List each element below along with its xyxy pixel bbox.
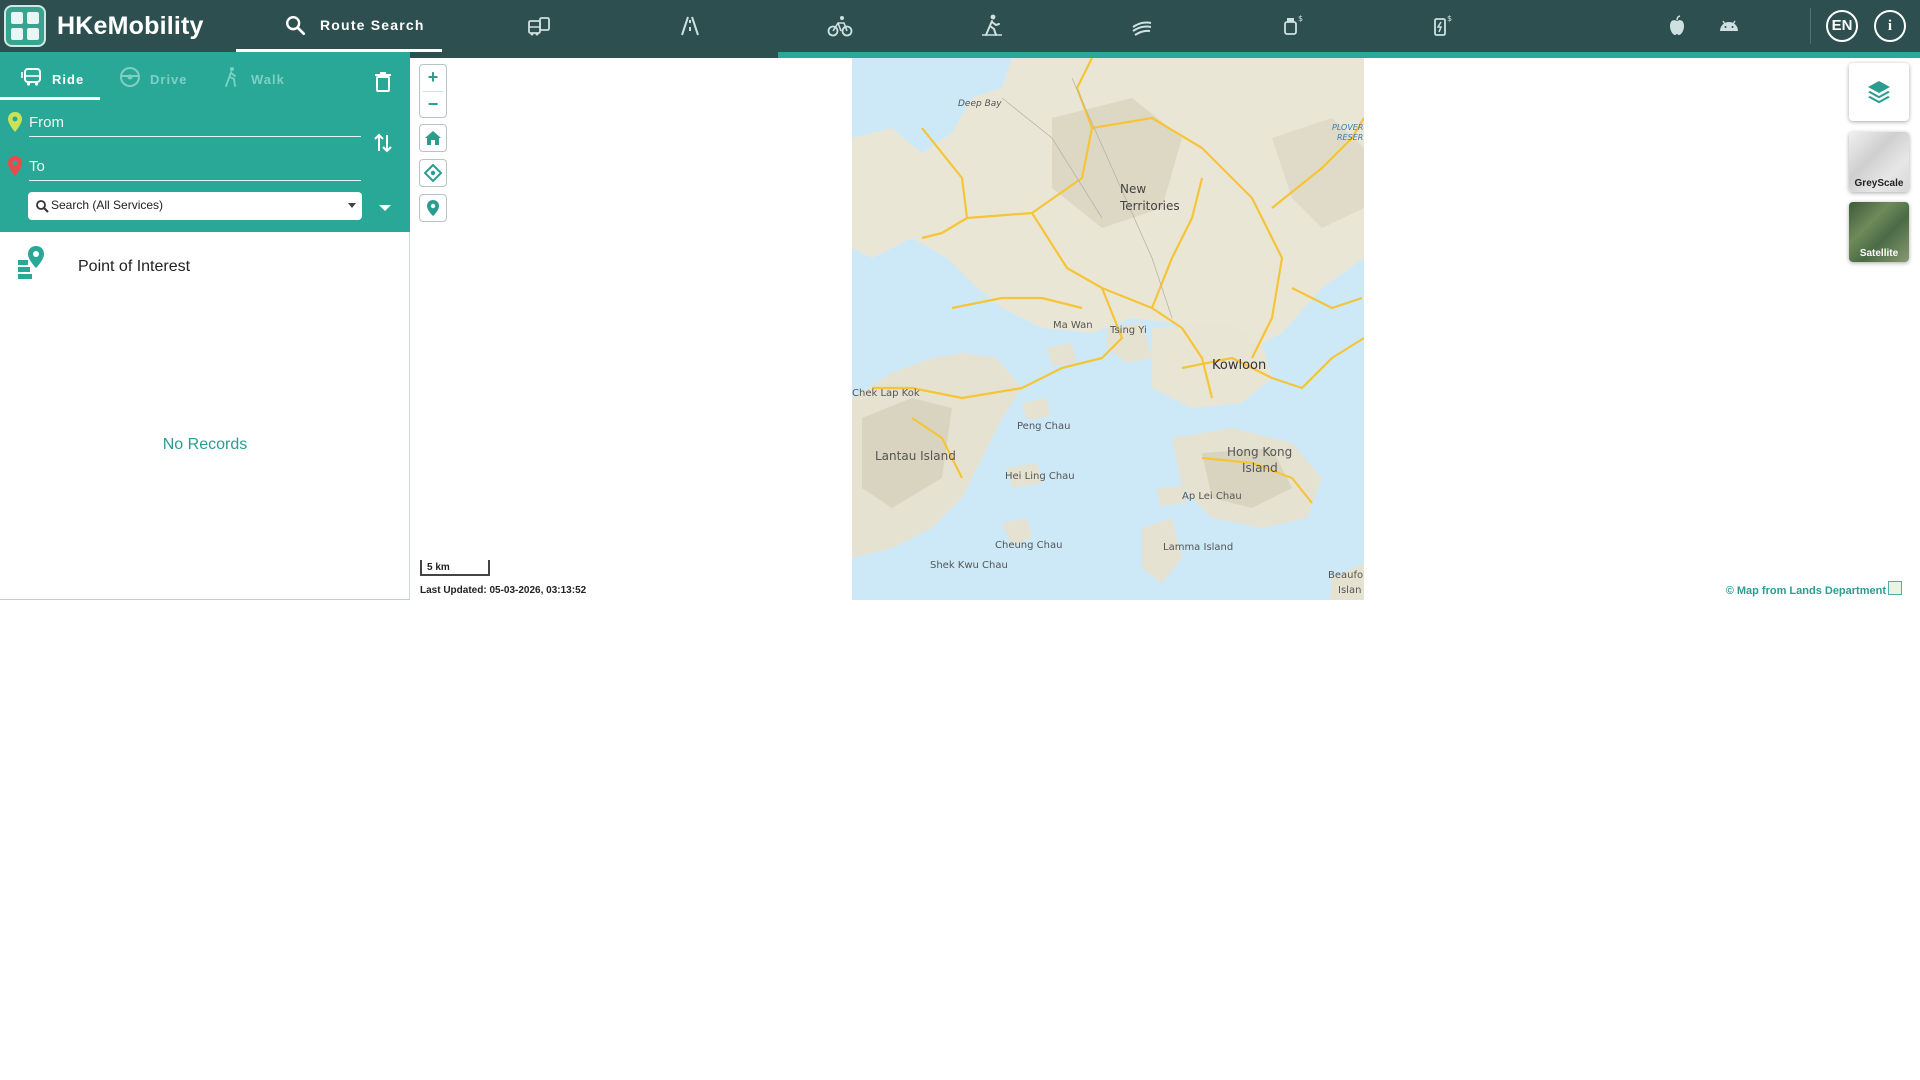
poi-icon — [18, 246, 44, 279]
svg-text:New: New — [1120, 182, 1146, 196]
zoom-control: + − — [419, 64, 447, 118]
tab-route-search[interactable]: Route Search — [236, 0, 442, 52]
route-search-panel: Ride Drive Walk From To Search (All Serv… — [0, 52, 410, 600]
svg-text:Beaufort: Beaufort — [1328, 570, 1364, 581]
travel-mode-tabs: Ride Drive Walk — [0, 58, 410, 100]
tab-ride[interactable]: Ride — [0, 58, 100, 100]
tab-drive-label: Drive — [150, 72, 188, 87]
tab-drive[interactable]: Drive — [118, 58, 198, 98]
poi-label: Point of Interest — [78, 258, 191, 275]
tab-walk-label: Walk — [251, 72, 285, 87]
layers-button[interactable] — [1849, 63, 1909, 121]
svg-text:Ap Lei Chau: Ap Lei Chau — [1182, 491, 1242, 502]
scale-bar: 5 km — [420, 560, 490, 576]
zoom-out-button[interactable]: − — [420, 92, 446, 118]
home-icon — [425, 131, 441, 145]
app-title: HKeMobility — [57, 12, 204, 40]
layers-icon — [1868, 81, 1890, 104]
chevron-down-icon — [348, 203, 356, 208]
svg-text:PLOVER: PLOVER — [1332, 123, 1363, 132]
ferry-icon[interactable] — [1129, 13, 1155, 39]
basemap-greyscale-button[interactable]: GreyScale — [1849, 132, 1909, 192]
scale-label: 5 km — [427, 562, 450, 573]
svg-text:Territories: Territories — [1119, 199, 1180, 213]
service-filter-value: Search (All Services) — [51, 198, 164, 212]
origin-pin-icon — [8, 112, 22, 132]
svg-text:$: $ — [1298, 14, 1303, 23]
from-field[interactable]: From — [29, 107, 361, 137]
svg-text:Shek Kwu Chau: Shek Kwu Chau — [930, 560, 1008, 571]
map-label-deep-bay: Deep Bay — [958, 99, 1002, 109]
basemap-greyscale-label: GreyScale — [1854, 178, 1904, 189]
tab-route-search-label: Route Search — [320, 17, 425, 33]
service-filter-select[interactable]: Search (All Services) — [28, 192, 362, 220]
android-app-icon[interactable] — [1716, 13, 1742, 39]
language-button[interactable]: EN — [1826, 10, 1858, 42]
search-icon — [36, 200, 49, 213]
walking-icon[interactable] — [979, 13, 1005, 39]
zoom-in-button[interactable]: + — [420, 65, 446, 91]
to-field[interactable]: To — [29, 151, 361, 181]
route-search-form: Ride Drive Walk From To Search (All Serv… — [0, 52, 410, 232]
svg-text:Peng Chau: Peng Chau — [1017, 421, 1070, 432]
empty-state-text: No Records — [162, 436, 248, 453]
poi-section-header[interactable]: Point of Interest — [0, 246, 410, 296]
drop-pin-button[interactable] — [419, 194, 447, 222]
parking-icon[interactable]: $ — [1280, 13, 1306, 39]
tab-ride-label: Ride — [52, 72, 85, 87]
map-canvas: Deep Bay New Territories Ma Wan Tsing Yi… — [852, 58, 1364, 600]
svg-text:Island: Island — [1242, 461, 1278, 475]
svg-text:$: $ — [1447, 14, 1452, 23]
map-attribution-link[interactable]: © Map from Lands Department — [1726, 585, 1886, 597]
public-transport-icon[interactable] — [526, 13, 552, 39]
swap-direction-icon[interactable] — [372, 131, 394, 155]
svg-text:Tsing Yi: Tsing Yi — [1109, 325, 1147, 336]
steering-wheel-icon — [120, 67, 140, 87]
from-placeholder: From — [29, 114, 64, 131]
basemap-satellite-button[interactable]: Satellite — [1849, 202, 1909, 262]
map-pin-icon — [427, 200, 439, 216]
info-button[interactable]: i — [1874, 10, 1906, 42]
search-icon — [286, 16, 306, 36]
home-view-button[interactable] — [419, 124, 447, 152]
topbar-divider — [1810, 8, 1811, 44]
ev-charging-icon[interactable]: $ — [1430, 13, 1456, 39]
svg-text:Cheung Chau: Cheung Chau — [995, 540, 1062, 551]
apple-app-icon[interactable] — [1664, 13, 1690, 39]
road-icon[interactable] — [677, 13, 703, 39]
bus-icon — [21, 68, 41, 86]
svg-text:Ma Wan: Ma Wan — [1053, 320, 1093, 331]
cycling-icon[interactable] — [827, 13, 853, 39]
svg-text:Chek Lap Kok: Chek Lap Kok — [852, 388, 920, 399]
svg-text:Hong Kong: Hong Kong — [1227, 445, 1292, 459]
crosshair-icon — [424, 164, 442, 182]
svg-text:Hei Ling Chau: Hei Ling Chau — [1005, 471, 1075, 482]
to-placeholder: To — [29, 158, 45, 175]
tab-walk[interactable]: Walk — [220, 58, 300, 98]
svg-text:Lamma Island: Lamma Island — [1163, 542, 1233, 553]
clear-trash-icon[interactable] — [372, 70, 394, 94]
svg-text:Islan: Islan — [1338, 585, 1361, 596]
svg-text:RESER: RESER — [1337, 133, 1363, 142]
walk-icon — [225, 67, 236, 87]
expand-options-icon[interactable] — [379, 205, 391, 211]
svg-text:Kowloon: Kowloon — [1212, 358, 1266, 373]
locate-me-button[interactable] — [419, 159, 447, 187]
last-updated-text: Last Updated: 05-03-2026, 03:13:52 — [420, 585, 587, 596]
lands-department-logo-icon — [1888, 581, 1902, 595]
map-view[interactable]: Deep Bay New Territories Ma Wan Tsing Yi… — [411, 58, 1920, 600]
destination-pin-icon — [8, 156, 22, 176]
app-logo-icon[interactable] — [4, 5, 46, 47]
top-navigation-bar: HKeMobility Route Search $ $ EN i — [0, 0, 1920, 52]
basemap-satellite-label: Satellite — [1859, 248, 1899, 259]
svg-text:Lantau Island: Lantau Island — [875, 449, 956, 463]
map-tiles[interactable]: Deep Bay New Territories Ma Wan Tsing Yi… — [852, 58, 1364, 600]
